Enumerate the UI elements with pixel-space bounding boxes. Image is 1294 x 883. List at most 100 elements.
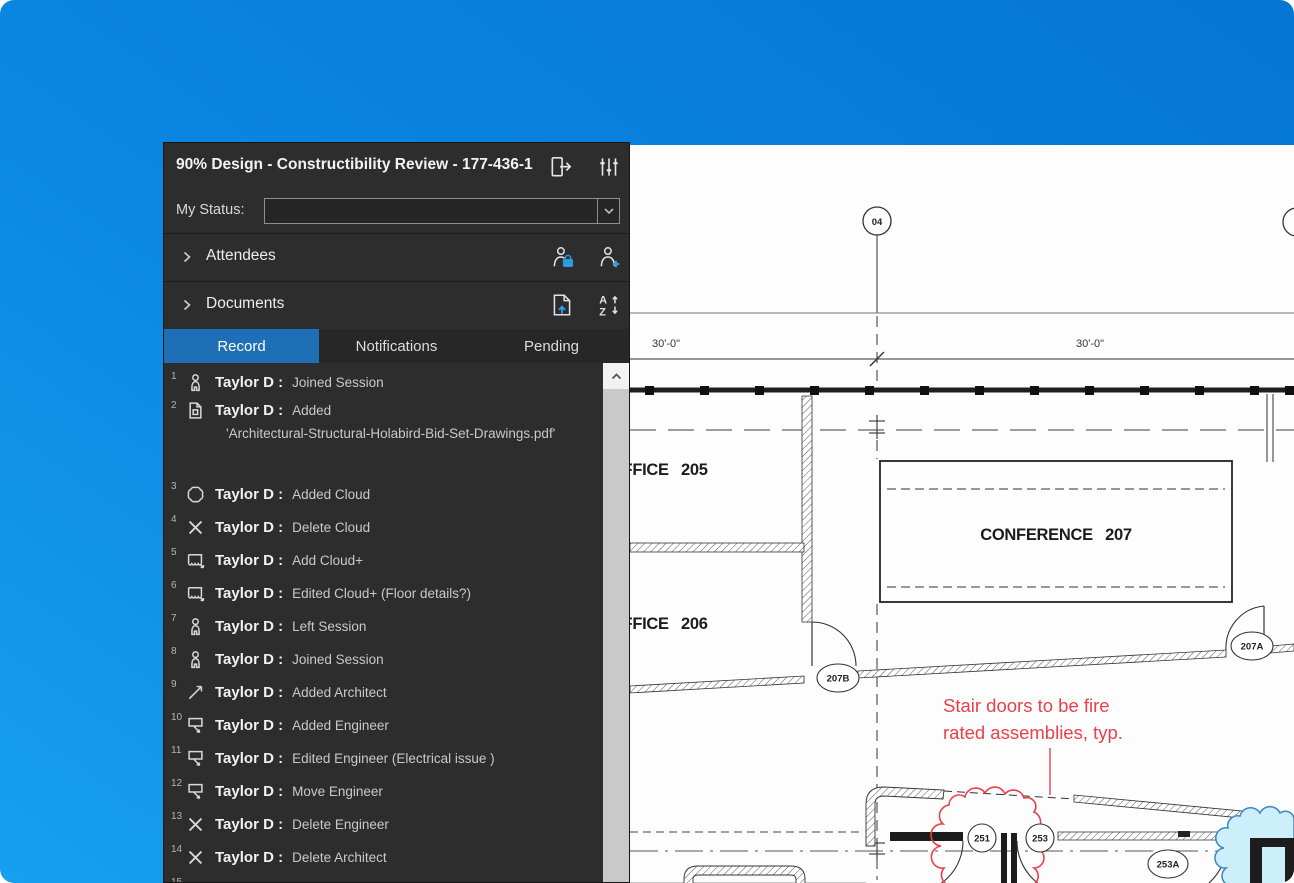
record-number: 5: [171, 544, 186, 558]
list-scrollbar[interactable]: [603, 363, 629, 882]
record-number: 10: [171, 709, 186, 723]
my-status-dropdown[interactable]: [264, 198, 620, 224]
record-number: 1: [171, 368, 186, 382]
attendees-label: Attendees: [206, 247, 276, 265]
room-label-office-206: OFFICE 206: [630, 615, 708, 633]
record-row[interactable]: 2 Taylor D : Added 'Architectural-Struct…: [164, 397, 603, 478]
leave-session-icon[interactable]: [548, 154, 574, 180]
cloud-icon: [186, 485, 208, 504]
red-note-line1[interactable]: Stair doors to be fire: [943, 695, 1110, 716]
record-user: Taylor D :: [215, 552, 283, 569]
documents-label: Documents: [206, 295, 284, 313]
cloud-plus-icon: [186, 584, 208, 603]
record-action: Move Engineer: [292, 784, 383, 799]
record-row[interactable]: 13 Taylor D : Delete Engineer: [164, 808, 603, 841]
room-label-office-205: OFFICE 205: [630, 461, 708, 479]
add-attendee-icon[interactable]: [596, 244, 622, 270]
delete-x-icon: [186, 815, 208, 834]
record-number: 8: [171, 643, 186, 657]
panel-tabs: Record Notifications Pending: [164, 329, 629, 363]
record-action: Joined Session: [292, 375, 384, 390]
slanted-wall-c: [1270, 644, 1294, 653]
record-row[interactable]: 6 Taylor D : Edited Cloud+ (Floor detail…: [164, 577, 603, 610]
person-icon: [186, 650, 208, 669]
record-user: Taylor D :: [215, 816, 283, 833]
panel-header: 90% Design - Constructibility Review - 1…: [164, 143, 629, 189]
lower-horizontal-wall: [1058, 832, 1230, 840]
person-icon: [186, 373, 208, 392]
add-document-icon[interactable]: [549, 292, 575, 318]
my-status-row: My Status:: [164, 189, 629, 233]
record-row[interactable]: 4 Taylor D : Delete Cloud: [164, 511, 603, 544]
red-note-line2[interactable]: rated assemblies, typ.: [943, 722, 1123, 743]
record-number: 4: [171, 511, 186, 525]
session-settings-icon[interactable]: [596, 154, 622, 180]
record-row[interactable]: 12 Taylor D : Move Engineer: [164, 775, 603, 808]
record-row[interactable]: 3 Taylor D : Added Cloud: [164, 478, 603, 511]
record-user: Taylor D :: [215, 783, 283, 800]
scroll-up-button[interactable]: [603, 363, 629, 389]
record-number: 12: [171, 775, 186, 789]
record-row[interactable]: 14 Taylor D : Delete Architect: [164, 841, 603, 874]
record-user: Taylor D :: [215, 750, 283, 767]
record-number: 14: [171, 841, 186, 855]
record-action: Added Cloud: [292, 487, 370, 502]
record-row[interactable]: 7 Taylor D : Left Session: [164, 610, 603, 643]
record-action: Add Cloud+: [292, 553, 363, 568]
attendees-section[interactable]: Attendees: [164, 233, 629, 281]
tab-pending[interactable]: Pending: [474, 329, 629, 363]
document-icon: [186, 401, 208, 420]
record-row[interactable]: 10 Taylor D : Added Engineer: [164, 709, 603, 742]
arrow-annotation-icon: [186, 683, 208, 702]
drawing-background: [630, 145, 1294, 883]
record-user: Taylor D :: [215, 585, 283, 602]
record-action: Left Session: [292, 619, 366, 634]
svg-text:251: 251: [974, 834, 991, 845]
svg-text:253: 253: [1032, 834, 1048, 845]
callout-icon: [186, 716, 208, 735]
tab-record[interactable]: Record: [164, 329, 319, 363]
record-user: Taylor D :: [215, 402, 283, 419]
record-user: Taylor D :: [215, 519, 283, 536]
record-action: Added: [292, 403, 331, 418]
callout-icon: [186, 749, 208, 768]
record-user: Taylor D :: [215, 651, 283, 668]
record-number: 15: [171, 874, 186, 882]
record-row[interactable]: 15 Taylor D : Added 'Chicago Office Veri…: [164, 874, 603, 882]
record-row[interactable]: 1 Taylor D : Joined Session: [164, 368, 603, 397]
studio-session-panel: 90% Design - Constructibility Review - 1…: [163, 142, 630, 883]
floor-plan-canvas[interactable]: 04 30'-0" 30'-0": [630, 145, 1294, 883]
record-action: Added Architect: [292, 685, 387, 700]
attendee-access-lock-icon[interactable]: [549, 244, 575, 270]
chevron-right-icon[interactable]: [180, 250, 194, 264]
record-row[interactable]: 9 Taylor D : Added Architect: [164, 676, 603, 709]
record-user: Taylor D :: [215, 486, 283, 503]
sort-az-icon[interactable]: A Z: [596, 292, 622, 318]
record-number: 9: [171, 676, 186, 690]
record-action: Joined Session: [292, 652, 384, 667]
record-row[interactable]: 11 Taylor D : Edited Engineer (Electrica…: [164, 742, 603, 775]
documents-section[interactable]: Documents A Z: [164, 281, 629, 329]
svg-text:253A: 253A: [1157, 860, 1180, 871]
vertical-wall: [802, 396, 812, 622]
record-action: Delete Architect: [292, 850, 387, 865]
tab-notifications[interactable]: Notifications: [319, 329, 474, 363]
record-number: 6: [171, 577, 186, 591]
callout-icon: [186, 782, 208, 801]
grid-bubble-label: 04: [872, 217, 883, 228]
svg-text:Z: Z: [599, 306, 606, 318]
chevron-down-icon[interactable]: [597, 199, 619, 223]
svg-text:207B: 207B: [827, 674, 850, 685]
svg-text:207A: 207A: [1241, 642, 1264, 653]
record-number: 2: [171, 397, 186, 411]
record-number: 13: [171, 808, 186, 822]
dimension-left: 30'-0": [652, 338, 680, 350]
record-row[interactable]: 5 Taylor D : Add Cloud+: [164, 544, 603, 577]
chevron-right-icon[interactable]: [180, 298, 194, 312]
record-number: 3: [171, 478, 186, 492]
cloud-plus-icon: [186, 551, 208, 570]
record-action: Edited Engineer (Electrical issue ): [292, 751, 495, 766]
record-row[interactable]: 8 Taylor D : Joined Session: [164, 643, 603, 676]
record-detail: 'Architectural-Structural-Holabird-Bid-S…: [226, 424, 603, 444]
delete-x-icon: [186, 848, 208, 867]
